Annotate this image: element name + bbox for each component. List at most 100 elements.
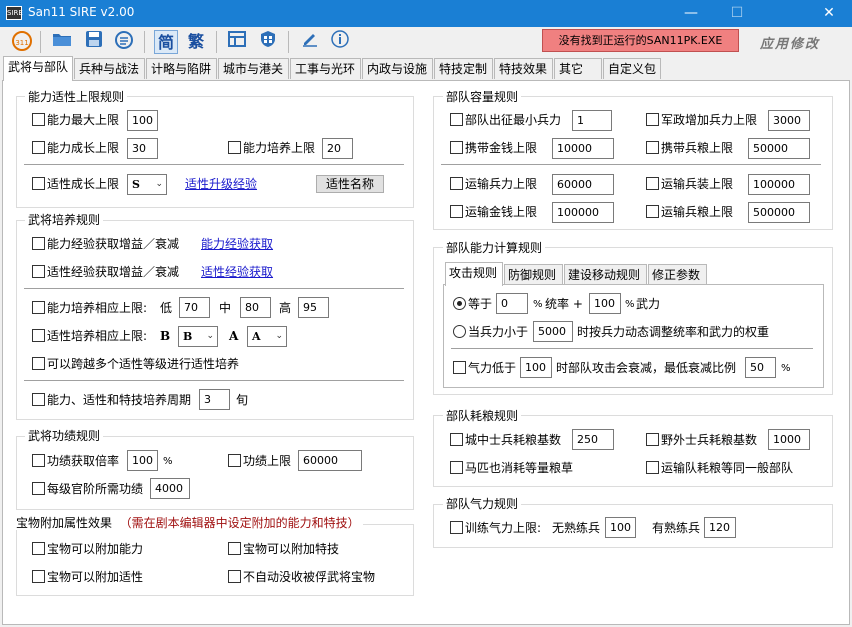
- tab-skill-custom[interactable]: 特技定制: [434, 58, 493, 79]
- treasure-ability-checkbox[interactable]: [32, 542, 45, 555]
- equal-input[interactable]: 0: [496, 293, 528, 314]
- ability-growth-checkbox[interactable]: [32, 141, 45, 154]
- morale-min-input[interactable]: 50: [745, 357, 776, 378]
- morale-input[interactable]: 100: [520, 357, 552, 378]
- trans-troops-checkbox[interactable]: [450, 177, 463, 190]
- merit-rate-unit: %: [163, 456, 173, 467]
- subtab-attack[interactable]: 攻击规则: [445, 262, 503, 286]
- apt-growth-checkbox[interactable]: [32, 177, 45, 190]
- train-period-input[interactable]: 3: [199, 389, 230, 410]
- exp-gain-checkbox[interactable]: [32, 237, 45, 250]
- save-icon[interactable]: [82, 30, 106, 54]
- trans-food-checkbox[interactable]: [646, 205, 659, 218]
- when-input[interactable]: 5000: [533, 321, 573, 342]
- cross-level-checkbox[interactable]: [32, 357, 45, 370]
- treasure-apt-checkbox[interactable]: [32, 570, 45, 583]
- low-input[interactable]: 70: [179, 297, 210, 318]
- info-icon[interactable]: [328, 30, 352, 54]
- min-troops-input[interactable]: 1: [572, 110, 612, 131]
- close-button[interactable]: ✕: [806, 0, 852, 27]
- rank-merit-input[interactable]: 4000: [150, 478, 190, 499]
- add-troops-checkbox[interactable]: [646, 113, 659, 126]
- apply-changes-button[interactable]: 应用修改: [760, 33, 820, 52]
- tab-cities-ports[interactable]: 城市与港关: [218, 58, 289, 79]
- traditional-chinese-button[interactable]: 繁: [184, 30, 208, 54]
- minimize-button[interactable]: —: [668, 0, 714, 27]
- ability-growth-input[interactable]: 30: [127, 138, 158, 159]
- tab-custom-pack[interactable]: 自定义包: [603, 58, 661, 79]
- maximize-button[interactable]: ☐: [714, 0, 760, 27]
- san11-logo-icon[interactable]: 311: [10, 30, 34, 54]
- merit-rate-input[interactable]: 100: [127, 450, 158, 471]
- title-bar[interactable]: SIRE San11 SIRE v2.00 — ☐ ✕: [0, 0, 852, 27]
- subtab-build-move[interactable]: 建设移动规则: [564, 264, 647, 285]
- trans-equip-input[interactable]: 100000: [748, 174, 810, 195]
- open-folder-icon[interactable]: [50, 30, 74, 54]
- toolbar-separator: [216, 31, 217, 53]
- ability-max-input[interactable]: 100: [127, 110, 158, 131]
- tab-other[interactable]: 其它: [554, 58, 602, 79]
- merit-cap-checkbox[interactable]: [228, 454, 241, 467]
- mid-input[interactable]: 80: [240, 297, 271, 318]
- apt-growth-select[interactable]: S ⌄: [127, 174, 167, 195]
- refresh-icon[interactable]: [112, 30, 136, 54]
- carry-food-checkbox[interactable]: [646, 141, 659, 154]
- lead-input[interactable]: 100: [589, 293, 621, 314]
- train-resp-checkbox[interactable]: [32, 301, 45, 314]
- rank-merit-checkbox[interactable]: [32, 482, 45, 495]
- morale-checkbox[interactable]: [453, 361, 466, 374]
- ability-max-checkbox[interactable]: [32, 113, 45, 126]
- min-troops-checkbox[interactable]: [450, 113, 463, 126]
- subtab-defense[interactable]: 防御规则: [504, 264, 563, 285]
- train-period-checkbox[interactable]: [32, 393, 45, 406]
- tab-works-auras[interactable]: 工事与光环: [290, 58, 361, 79]
- carry-food-input[interactable]: 50000: [748, 138, 810, 159]
- high-input[interactable]: 95: [298, 297, 329, 318]
- trans-gold-input[interactable]: 100000: [552, 202, 614, 223]
- tab-schemes-traps[interactable]: 计略与陷阱: [146, 58, 217, 79]
- tab-skill-effects[interactable]: 特技效果: [494, 58, 553, 79]
- apt-a-select[interactable]: A ⌄: [247, 326, 287, 347]
- apt-upgrade-link[interactable]: 适性升级经验: [185, 177, 257, 191]
- ability-max-label: 能力最大上限: [47, 113, 120, 127]
- merit-cap-input[interactable]: 60000: [298, 450, 362, 471]
- city-food-input[interactable]: 250: [572, 429, 614, 450]
- ability-train-checkbox[interactable]: [228, 141, 241, 154]
- trans-food-input[interactable]: 500000: [748, 202, 810, 223]
- equal-radio[interactable]: [453, 297, 466, 310]
- carry-gold-input[interactable]: 10000: [552, 138, 614, 159]
- add-troops-input[interactable]: 3000: [768, 110, 810, 131]
- field-food-input[interactable]: 1000: [768, 429, 810, 450]
- layout-icon[interactable]: [225, 30, 249, 54]
- exp-gain-link[interactable]: 能力经验获取: [201, 237, 273, 251]
- simplified-chinese-button[interactable]: 简: [154, 30, 178, 54]
- apt-exp-checkbox[interactable]: [32, 265, 45, 278]
- untrained-input[interactable]: 100: [605, 517, 636, 538]
- tab-troops-tactics[interactable]: 兵种与战法: [74, 58, 145, 79]
- carry-gold-checkbox[interactable]: [450, 141, 463, 154]
- apt-name-button[interactable]: 适性名称: [316, 175, 384, 193]
- field-food-checkbox[interactable]: [646, 433, 659, 446]
- trans-equip-checkbox[interactable]: [646, 177, 659, 190]
- ability-train-input[interactable]: 20: [322, 138, 353, 159]
- trans-equip-label: 运输兵装上限: [661, 177, 734, 191]
- treasure-skill-checkbox[interactable]: [228, 542, 241, 555]
- apt-exp-link[interactable]: 适性经验获取: [201, 265, 273, 279]
- horse-food-checkbox[interactable]: [450, 461, 463, 474]
- tab-domestic-facilities[interactable]: 内政与设施: [362, 58, 433, 79]
- when-radio[interactable]: [453, 325, 466, 338]
- edit-pen-icon[interactable]: [298, 30, 322, 54]
- apt-resp-checkbox[interactable]: [32, 329, 45, 342]
- apt-b-select[interactable]: B ⌄: [178, 326, 218, 347]
- trained-input[interactable]: 120: [704, 517, 736, 538]
- transport-food-checkbox[interactable]: [646, 461, 659, 474]
- trans-gold-checkbox[interactable]: [450, 205, 463, 218]
- merit-rate-checkbox[interactable]: [32, 454, 45, 467]
- no-confiscate-checkbox[interactable]: [228, 570, 241, 583]
- subtab-correction[interactable]: 修正参数: [648, 264, 707, 285]
- city-food-checkbox[interactable]: [450, 433, 463, 446]
- trans-troops-input[interactable]: 60000: [552, 174, 614, 195]
- tab-generals-units[interactable]: 武将与部队: [3, 56, 73, 81]
- shield-windows-icon[interactable]: [256, 30, 280, 54]
- spirit-train-checkbox[interactable]: [450, 521, 463, 534]
